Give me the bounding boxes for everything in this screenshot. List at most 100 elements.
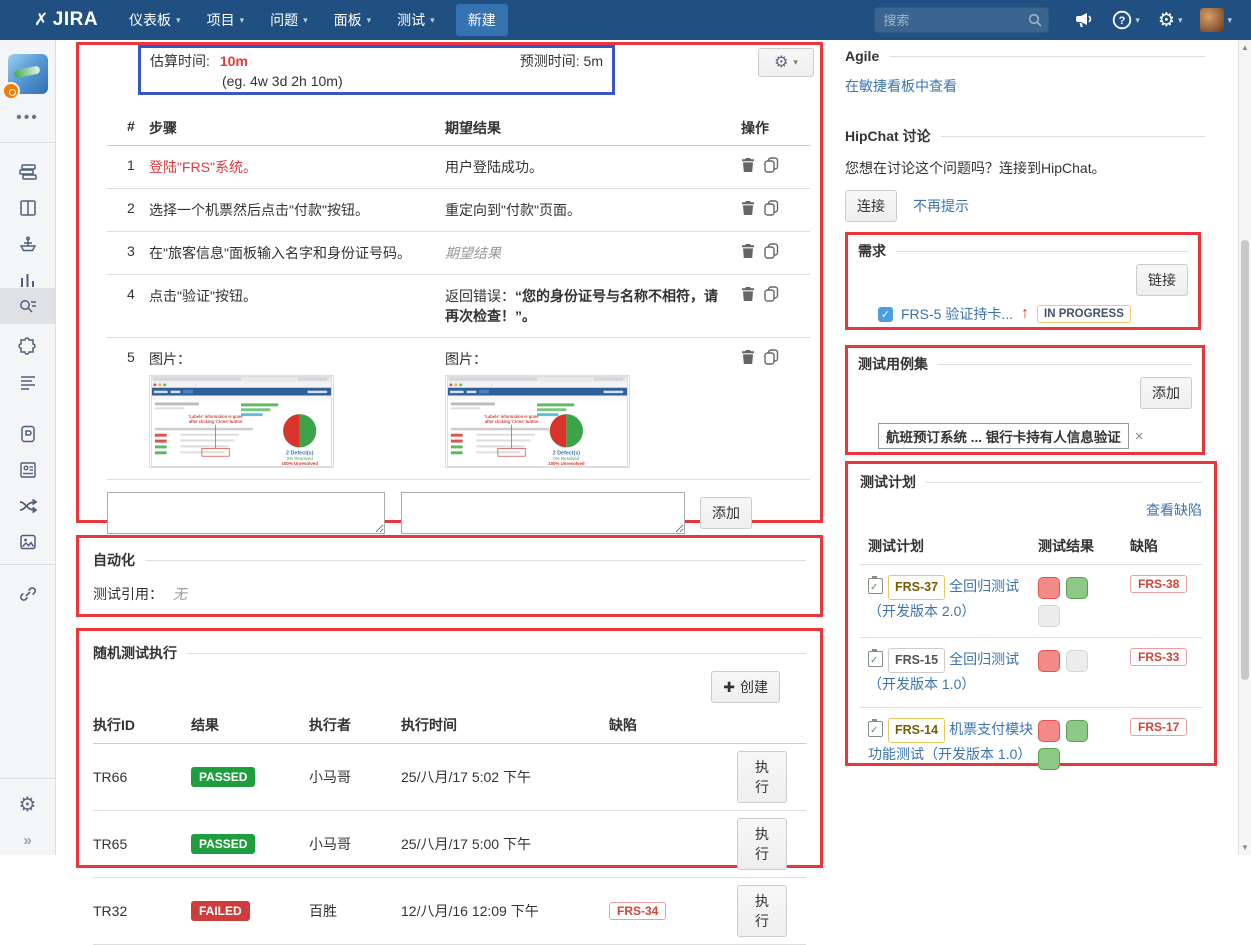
nav-menu-item[interactable]: 问题 ▾ [257, 0, 321, 40]
create-execution-button[interactable]: ✚创建 [711, 671, 780, 703]
sidebar-item-backlog[interactable] [0, 156, 55, 188]
status-badge: PASSED [191, 767, 255, 787]
run-button[interactable]: 执行 [737, 885, 787, 937]
jira-logo[interactable]: ✗ JIRA [34, 9, 98, 31]
search-input[interactable] [874, 7, 1049, 33]
clone-step-icon[interactable] [763, 157, 779, 173]
steps-settings-button[interactable]: ⚙ ▾ [758, 48, 814, 77]
step-text[interactable]: 在"旅客信息"面板输入名字和身份证号码。 [149, 245, 411, 261]
executor: 百胜 [309, 901, 401, 921]
run-button[interactable]: 执行 [737, 751, 787, 803]
view-on-board-link[interactable]: 在敏捷看板中查看 [845, 78, 957, 94]
help-menu[interactable]: ? ▾ [1112, 10, 1140, 30]
execution-id[interactable]: TR65 [93, 836, 191, 852]
add-suite-button[interactable]: 添加 [1140, 377, 1192, 409]
table-row: TR65 PASSED 小马哥 25/八月/17 5:00 下午 执行 [93, 811, 806, 878]
status-badge: IN PROGRESS [1037, 305, 1131, 323]
sidebar-settings[interactable]: ⚙ [0, 788, 55, 820]
result-squares[interactable] [1038, 720, 1102, 770]
clone-step-icon[interactable] [763, 349, 779, 365]
nav-menu-label: 项目 [207, 10, 235, 30]
issue-key-badge[interactable]: FRS-37 [888, 575, 945, 600]
estimate-value[interactable]: 10m [220, 53, 248, 69]
requirements-title: 需求 [858, 241, 1188, 261]
sidebar-item-board[interactable] [0, 192, 55, 224]
remove-tag-icon[interactable]: × [1135, 428, 1144, 445]
sidebar-item-more[interactable]: ••• [0, 102, 55, 134]
sidebar-item-releases[interactable] [0, 228, 55, 260]
result-squares[interactable] [1038, 577, 1102, 627]
requirement-link[interactable]: FRS-5 验证持卡... [901, 304, 1013, 324]
expected-text[interactable]: 返回错误： [445, 288, 515, 304]
project-avatar[interactable] [8, 54, 48, 94]
sidebar-item-links[interactable] [0, 578, 55, 610]
view-defects-link[interactable]: 查看缺陷 [1146, 500, 1202, 520]
expected-text[interactable]: 期望结果 [445, 245, 501, 261]
sidebar-item-media[interactable] [0, 526, 55, 558]
scrollbar-thumb[interactable] [1241, 240, 1249, 680]
step-text[interactable]: 登陆"FRS"系统。 [149, 159, 257, 175]
sidebar-item-pages[interactable] [0, 418, 55, 450]
delete-step-icon[interactable] [741, 243, 755, 259]
chevron-down-icon: ▾ [430, 15, 435, 26]
sidebar-item-shuffle[interactable] [0, 490, 55, 522]
issue-key-badge[interactable]: FRS-14 [888, 718, 945, 743]
execution-id[interactable]: TR66 [93, 769, 191, 785]
top-navbar: ✗ JIRA 仪表板 ▾ 项目 ▾ 问题 ▾ 面板 ▾ [0, 0, 1251, 40]
clone-step-icon[interactable] [763, 243, 779, 259]
table-row: FRS-37全回归测试（开发版本 2.0） FRS-38 [860, 564, 1202, 637]
execution-id[interactable]: TR32 [93, 903, 191, 919]
hipchat-connect-button[interactable]: 连接 [845, 190, 897, 222]
sidebar-item-addons[interactable] [0, 330, 55, 362]
run-button[interactable]: 执行 [737, 818, 787, 870]
expected-text[interactable]: 用户登陆成功。 [445, 159, 543, 175]
scroll-up-icon[interactable]: ▲ [1239, 43, 1251, 52]
defect-link[interactable]: FRS-33 [1130, 648, 1187, 666]
nav-menu-item[interactable]: 仪表板 ▾ [116, 0, 194, 40]
table-row: FRS-15全回归测试（开发版本 1.0） FRS-33 [860, 637, 1202, 707]
chevron-down-icon: ▾ [1227, 15, 1232, 26]
expected-text[interactable]: 重定向到"付款"页面。 [445, 202, 581, 218]
test-steps-section: 估算时间: 10m 预测时间: 5m (eg. 4w 3d 2h 10m) ⚙ … [76, 42, 823, 523]
clone-step-icon[interactable] [763, 286, 779, 302]
sidebar-collapse[interactable]: » [0, 824, 55, 856]
admin-settings-menu[interactable]: ⚙ ▾ [1158, 11, 1183, 30]
vertical-scrollbar[interactable]: ▲ ▼ [1238, 40, 1251, 855]
defect-link[interactable]: FRS-17 [1130, 718, 1187, 736]
clone-step-icon[interactable] [763, 200, 779, 216]
sidebar-item-reports-card[interactable] [0, 454, 55, 486]
result-squares[interactable] [1038, 650, 1102, 672]
expected-screenshot-thumbnail[interactable]: 'Labels' information is gone after click… [445, 375, 630, 468]
nav-menu-item[interactable]: 面板 ▾ [321, 0, 385, 40]
user-menu[interactable]: ▾ [1200, 8, 1232, 32]
test-plan-icon [868, 578, 883, 594]
delete-step-icon[interactable] [741, 157, 755, 173]
suite-tag[interactable]: 航班预订系统 ... 银行卡持有人信息验证 [878, 423, 1129, 449]
defect-link[interactable]: FRS-34 [609, 902, 666, 920]
expected-text[interactable]: 图片： [445, 351, 487, 367]
link-requirement-button[interactable]: 链接 [1136, 264, 1188, 296]
delete-step-icon[interactable] [741, 200, 755, 216]
new-expected-input[interactable] [401, 492, 685, 534]
sidebar-item-issues-search[interactable] [0, 288, 55, 324]
collapse-icon: » [23, 832, 31, 849]
step-text[interactable]: 图片： [149, 351, 191, 367]
delete-step-icon[interactable] [741, 286, 755, 302]
sidebar-item-summary[interactable] [0, 366, 55, 398]
left-sidebar: ••• ⚙ » [0, 40, 56, 855]
step-text[interactable]: 选择一个机票然后点击"付款"按钮。 [149, 202, 369, 218]
hipchat-dismiss-link[interactable]: 不再提示 [913, 196, 969, 216]
nav-menu-item[interactable]: 测试 ▾ [384, 0, 448, 40]
scroll-down-icon[interactable]: ▼ [1239, 843, 1251, 852]
create-button[interactable]: 新建 [456, 4, 508, 36]
step-screenshot-thumbnail[interactable]: 'Labels' information is gone after click… [149, 375, 334, 468]
chevron-down-icon: ▾ [240, 15, 245, 26]
nav-menu-item[interactable]: 项目 ▾ [194, 0, 258, 40]
defect-link[interactable]: FRS-38 [1130, 575, 1187, 593]
issue-key-badge[interactable]: FRS-15 [888, 648, 945, 673]
delete-step-icon[interactable] [741, 349, 755, 365]
new-step-input[interactable] [107, 492, 385, 534]
announcements-icon[interactable] [1074, 11, 1094, 29]
add-step-button[interactable]: 添加 [700, 497, 752, 529]
step-text[interactable]: 点击"验证"按钮。 [149, 288, 257, 304]
